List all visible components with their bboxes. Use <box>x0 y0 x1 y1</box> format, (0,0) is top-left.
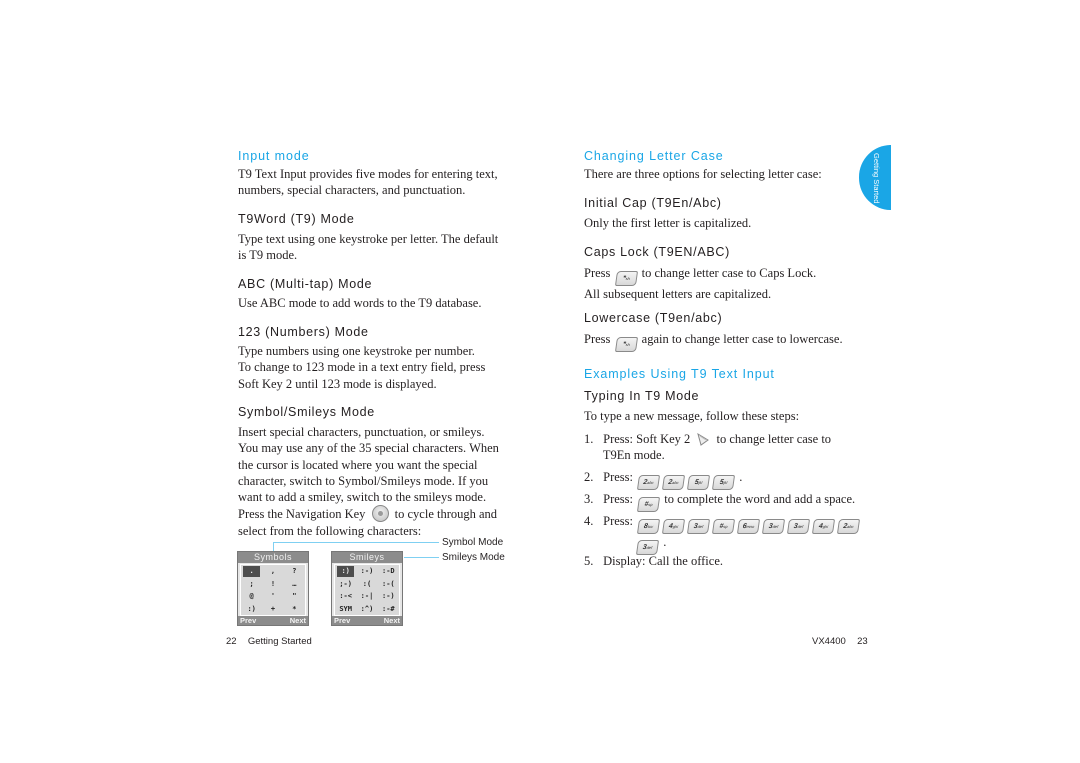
step-3: 3. Press: #sp to complete the word and a… <box>584 491 855 512</box>
t9word-heading: T9Word (T9) Mode <box>238 212 355 226</box>
key-5-icon: 5jkl <box>687 475 711 490</box>
numbers-text: Type numbers using one keystroke per num… <box>238 344 486 391</box>
symbol-callout-line <box>273 542 439 543</box>
model-name: VX4400 <box>812 636 846 647</box>
changing-case-heading: Changing Letter Case <box>584 149 724 163</box>
input-mode-text: T9 Text Input provides five modes for en… <box>238 167 498 198</box>
symbols-screen: Symbols .,?;!… @ ' ":) + * Prev Next <box>237 551 309 626</box>
initial-cap-heading: Initial Cap (T9En/Abc) <box>584 196 722 210</box>
right-page-number: 23 <box>857 636 868 647</box>
t9word-text: Type text using one keystroke per letter… <box>238 232 499 263</box>
key-2-icon: 2abc <box>837 519 861 534</box>
star-key-icon: *sh <box>614 337 638 352</box>
key-6-icon: 6mno <box>737 519 761 534</box>
symbol-text: Insert special characters, punctuation, … <box>238 425 499 538</box>
left-footer-section: Getting Started <box>247 636 312 647</box>
step-4-keys: 8tuv 4ghi 3def #sp 6mno 3def 3def 4ghi 2abc <box>636 514 861 534</box>
symbol-cell[interactable]: * <box>284 603 305 616</box>
smiley-cell[interactable]: ;-) <box>335 578 356 591</box>
step-3-keys: #sp <box>636 492 661 512</box>
smileys-screen-title: Smileys <box>332 552 402 563</box>
smiley-cell[interactable]: :-D <box>378 565 399 578</box>
smiley-cell[interactable]: :-( <box>378 578 399 591</box>
smiley-cell[interactable]: :-< <box>335 590 356 603</box>
prev-softkey[interactable]: Prev <box>240 616 256 625</box>
symbol-cell[interactable]: . <box>243 566 261 577</box>
prev-softkey[interactable]: Prev <box>334 616 350 625</box>
numbers-heading: 123 (Numbers) Mode <box>238 325 369 339</box>
smiley-cell[interactable]: SYM <box>335 603 356 616</box>
typing-t9-heading: Typing In T9 Mode <box>584 389 700 403</box>
step-2: 2. Press: 2abc 2abc 5jkl 5jkl . <box>584 469 742 490</box>
symbols-screen-title: Symbols <box>238 552 308 563</box>
next-softkey[interactable]: Next <box>384 616 400 625</box>
symbol-cell[interactable]: ? <box>284 565 305 578</box>
symbols-softkey-bar: Prev Next <box>238 616 308 625</box>
symbol-cell[interactable]: @ <box>241 590 262 603</box>
symbol-cell[interactable]: ' <box>262 590 283 603</box>
symbol-heading: Symbol/Smileys Mode <box>238 405 375 419</box>
step-2-keys: 2abc 2abc 5jkl 5jkl <box>636 470 736 490</box>
soft-key-2-icon <box>697 433 710 446</box>
key-2-icon: 2abc <box>662 475 686 490</box>
caps-lock-text: Press *sh to change letter case to Caps … <box>584 266 817 301</box>
smileys-mode-callout: Smileys Mode <box>442 552 505 563</box>
smiley-cell[interactable]: :( <box>356 578 377 591</box>
symbols-grid: .,?;!… @ ' ":) + * <box>240 564 306 616</box>
key-4-icon: 4ghi <box>812 519 836 534</box>
examples-heading: Examples Using T9 Text Input <box>584 367 775 381</box>
lowercase-heading: Lowercase (T9en/abc) <box>584 311 723 325</box>
smiley-cell[interactable]: :-) <box>356 565 377 578</box>
step-1: 1. Press: Soft Key 2 to change letter ca… <box>584 432 832 463</box>
changing-case-text: There are three options for selecting le… <box>584 167 822 181</box>
symbol-cell[interactable]: , <box>262 565 283 578</box>
next-softkey[interactable]: Next <box>290 616 306 625</box>
key-5-icon: 5jkl <box>712 475 736 490</box>
key-3-icon: 3def <box>762 519 786 534</box>
left-page-number: 22 <box>226 636 237 647</box>
step-5: 5. Display: Call the office. <box>584 554 724 568</box>
smileys-softkey-bar: Prev Next <box>332 616 402 625</box>
key-3-icon: 3def <box>687 519 711 534</box>
right-footer: VX4400 23 <box>812 636 868 647</box>
step-4: 4. Press: 8tuv 4ghi 3def #sp 6mno 3def 3def 4gh… <box>584 513 861 555</box>
symbol-cell[interactable]: ! <box>262 578 283 591</box>
smiley-cell[interactable]: :-# <box>378 603 399 616</box>
symbol-cell[interactable]: … <box>284 578 305 591</box>
smiley-cell[interactable]: :-| <box>356 590 377 603</box>
initial-cap-text: Only the first letter is capitalized. <box>584 216 752 230</box>
key-pound-icon: #sp <box>637 497 661 512</box>
smiley-cell[interactable]: :) <box>337 566 355 577</box>
symbol-cell[interactable]: ; <box>241 578 262 591</box>
lowercase-text: Press *sh again to change letter case to… <box>584 331 843 352</box>
left-footer: 22 Getting Started <box>226 636 312 647</box>
abc-text: Use ABC mode to add words to the T9 data… <box>238 296 482 310</box>
symbol-cell[interactable]: " <box>284 590 305 603</box>
smileys-screen: Smileys :):-):-D ;-):(:-(:-<:-|:-) SYM:^):… <box>331 551 403 626</box>
smileys-grid: :):-):-D ;-):(:-(:-<:-|:-) SYM:^):-# <box>334 564 400 616</box>
smiley-cell[interactable]: :^) <box>356 603 377 616</box>
caps-lock-heading: Caps Lock (T9EN/ABC) <box>584 245 730 259</box>
key-pound-icon: #sp <box>712 519 736 534</box>
abc-heading: ABC (Multi-tap) Mode <box>238 277 373 291</box>
symbol-cell[interactable]: + <box>262 603 283 616</box>
section-tab-label: Getting Started <box>872 152 881 204</box>
navigation-key-icon <box>371 505 389 523</box>
key-8-icon: 8tuv <box>637 519 661 534</box>
examples-intro: To type a new message, follow these step… <box>584 409 800 423</box>
star-key-icon: *sh <box>614 271 638 286</box>
symbol-cell[interactable]: :) <box>241 603 262 616</box>
key-3-icon: 3def <box>787 519 811 534</box>
key-2-icon: 2abc <box>637 475 661 490</box>
symbol-mode-callout: Symbol Mode <box>442 537 504 548</box>
smiley-cell[interactable]: :-) <box>378 590 399 603</box>
step-4-continued-keys: 3def <box>635 535 660 555</box>
input-mode-heading: Input mode <box>238 149 310 163</box>
key-4-icon: 4ghi <box>662 519 686 534</box>
smileys-callout-line <box>404 557 439 558</box>
symbol-callout-line-vertical <box>273 542 274 551</box>
